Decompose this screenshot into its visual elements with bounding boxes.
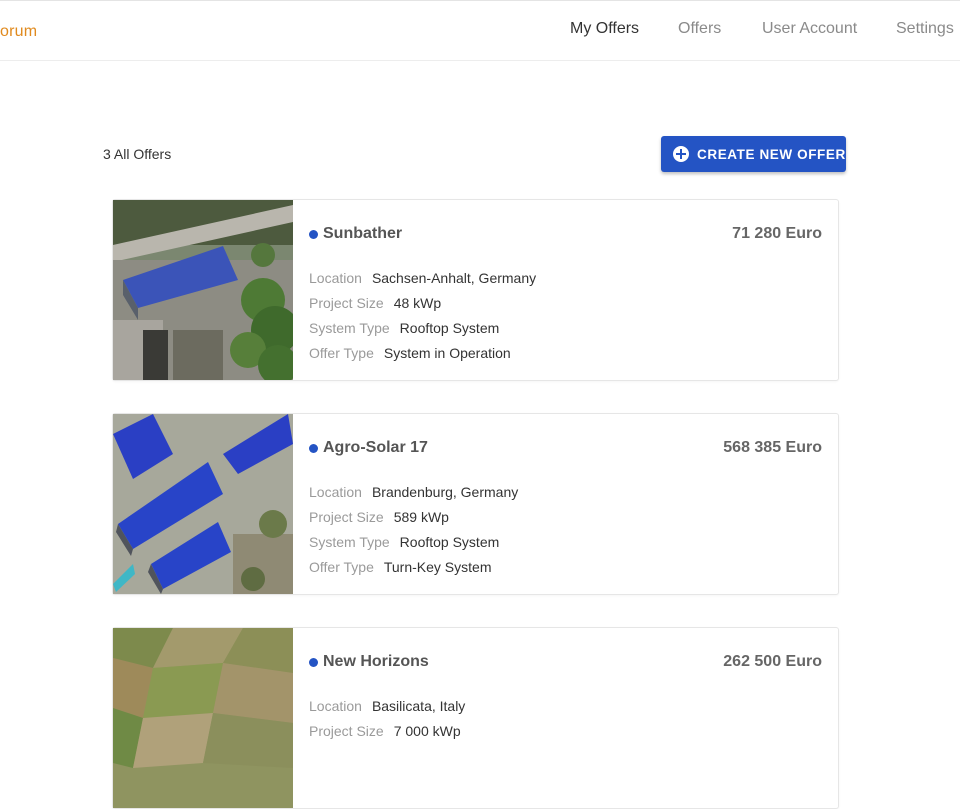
detail-project-size: Project Size 589 kWp bbox=[309, 505, 518, 530]
detail-value: Sachsen-Anhalt, Germany bbox=[371, 270, 537, 286]
create-new-offer-label: CREATE NEW OFFER bbox=[697, 146, 846, 162]
offer-price: 568 385 Euro bbox=[723, 439, 822, 456]
top-navigation-bar: orum My Offers Offers User Account Setti… bbox=[0, 0, 960, 61]
detail-location: Location Sachsen-Anhalt, Germany bbox=[309, 266, 536, 291]
detail-label: Project Size bbox=[309, 295, 384, 311]
offer-title: Sunbather bbox=[309, 225, 402, 243]
detail-label: System Type bbox=[309, 320, 390, 336]
plus-circle-icon bbox=[673, 146, 689, 162]
detail-project-size: Project Size 7 000 kWp bbox=[309, 719, 465, 744]
detail-value: Brandenburg, Germany bbox=[371, 484, 519, 500]
status-dot bbox=[309, 443, 318, 453]
offers-count: 3 All Offers bbox=[103, 146, 172, 162]
offer-price: 262 500 Euro bbox=[723, 653, 822, 670]
offer-details: Location Brandenburg, Germany Project Siz… bbox=[309, 480, 518, 580]
nav-settings[interactable]: Settings bbox=[896, 20, 954, 38]
detail-label: Offer Type bbox=[309, 345, 374, 361]
offer-title: Agro-Solar 17 bbox=[309, 439, 428, 457]
detail-value: Rooftop System bbox=[399, 534, 500, 550]
detail-system-type: System Type Rooftop System bbox=[309, 530, 518, 555]
detail-label: Location bbox=[309, 484, 362, 500]
main-nav: My Offers Offers User Account Settings bbox=[0, 20, 960, 44]
nav-user-account[interactable]: User Account bbox=[762, 20, 857, 38]
offer-name: New Horizons bbox=[323, 653, 429, 670]
offer-card[interactable]: New Horizons 262 500 Euro Location Basili… bbox=[112, 627, 839, 809]
offer-card[interactable]: Agro-Solar 17 568 385 Euro Location Brand… bbox=[112, 413, 839, 595]
detail-system-type: System Type Rooftop System bbox=[309, 316, 536, 341]
detail-value: 48 kWp bbox=[393, 295, 442, 311]
detail-location: Location Brandenburg, Germany bbox=[309, 480, 518, 505]
offer-name: Agro-Solar 17 bbox=[323, 439, 428, 456]
status-dot bbox=[309, 657, 318, 667]
detail-label: Location bbox=[309, 698, 362, 714]
detail-label: Project Size bbox=[309, 509, 384, 525]
detail-value: 7 000 kWp bbox=[393, 723, 461, 739]
detail-label: Offer Type bbox=[309, 559, 374, 575]
detail-offer-type: Offer Type System in Operation bbox=[309, 341, 536, 366]
offer-name: Sunbather bbox=[323, 225, 403, 242]
detail-value: Basilicata, Italy bbox=[371, 698, 466, 714]
detail-offer-type: Offer Type Turn-Key System bbox=[309, 555, 518, 580]
detail-value: 589 kWp bbox=[393, 509, 449, 525]
create-new-offer-button[interactable]: CREATE NEW OFFER bbox=[661, 136, 846, 172]
offer-aerial-photo bbox=[113, 200, 293, 380]
offer-details: Location Sachsen-Anhalt, Germany Project … bbox=[309, 266, 536, 366]
detail-project-size: Project Size 48 kWp bbox=[309, 291, 536, 316]
status-dot bbox=[309, 229, 318, 239]
offer-aerial-photo bbox=[113, 414, 293, 594]
offer-price: 71 280 Euro bbox=[732, 225, 822, 242]
detail-location: Location Basilicata, Italy bbox=[309, 694, 465, 719]
detail-label: Location bbox=[309, 270, 362, 286]
offer-aerial-photo bbox=[113, 628, 293, 808]
nav-offers[interactable]: Offers bbox=[678, 20, 721, 38]
detail-value: System in Operation bbox=[383, 345, 511, 361]
detail-value: Rooftop System bbox=[399, 320, 500, 336]
detail-label: Project Size bbox=[309, 723, 384, 739]
offer-card[interactable]: Sunbather 71 280 Euro Location Sachsen-An… bbox=[112, 199, 839, 381]
offer-title: New Horizons bbox=[309, 653, 429, 671]
offer-details: Location Basilicata, Italy Project Size 7 … bbox=[309, 694, 465, 744]
nav-my-offers[interactable]: My Offers bbox=[570, 20, 639, 38]
detail-value: Turn-Key System bbox=[383, 559, 492, 575]
detail-label: System Type bbox=[309, 534, 390, 550]
